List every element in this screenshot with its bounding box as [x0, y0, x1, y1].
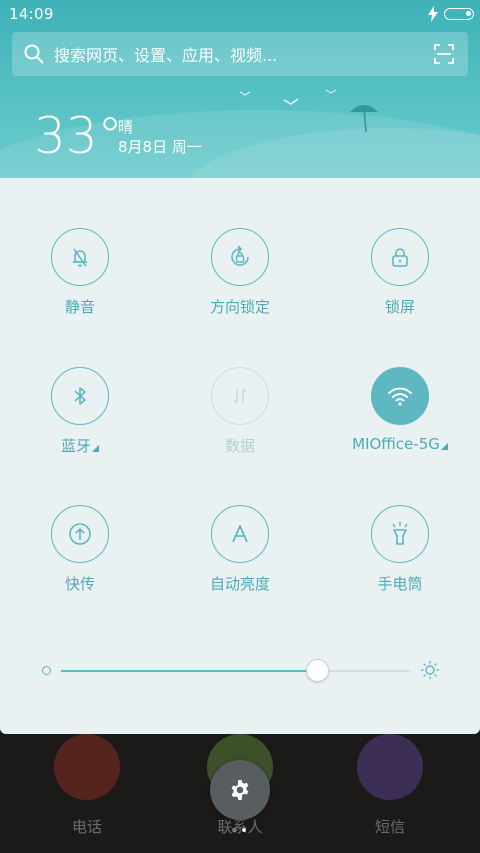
search-bar[interactable]: 搜索网页、设置、应用、视频...: [12, 32, 468, 76]
search-placeholder: 搜索网页、设置、应用、视频...: [54, 46, 278, 65]
status-time: 14:09: [9, 5, 54, 23]
birds-decoration: [239, 89, 337, 105]
rotation-lock-icon: [231, 245, 249, 266]
charging-icon: [428, 6, 438, 22]
brightness-min-icon: [42, 666, 51, 675]
toggle-wifi-label: MIOffice-5G: [320, 435, 480, 453]
lock-icon: [392, 248, 408, 267]
toggle-mute-label: 静音: [64, 298, 95, 316]
auto-brightness-icon: [232, 525, 248, 543]
page-dot: [232, 828, 236, 832]
toggle-mobile-data-circle[interactable]: [211, 367, 269, 425]
weather-header: 14:09 搜索网页、设置、应用、视频... 33° 晴 8月8日 周一: [0, 0, 480, 178]
toggle-flashlight-label: 手电筒: [377, 575, 423, 593]
toggle-bluetooth-label: 蓝牙: [0, 435, 160, 456]
toggle-auto-brightness-label: 自动亮度: [209, 575, 270, 593]
mobile-data-icon: [233, 388, 247, 404]
toggle-auto-brightness[interactable]: 自动亮度: [160, 505, 320, 615]
toggle-wifi[interactable]: MIOffice-5G: [320, 367, 480, 477]
page-dot-active: [242, 828, 246, 832]
toggle-auto-brightness-circle[interactable]: [211, 505, 269, 563]
toggle-bluetooth[interactable]: 蓝牙: [0, 367, 160, 477]
dock-label-phone: 电话: [71, 818, 102, 836]
toggle-rotation-lock-label: 方向锁定: [209, 298, 270, 316]
status-bar: 14:09: [0, 0, 480, 28]
beach-umbrella-icon: [350, 105, 378, 133]
flashlight-icon: [392, 522, 408, 545]
dock-label-messages: 短信: [374, 818, 405, 836]
toggle-mute[interactable]: 静音: [0, 228, 160, 338]
temperature: 33°: [34, 107, 123, 165]
brightness-slider[interactable]: [40, 658, 440, 682]
brightness-thumb[interactable]: [305, 659, 329, 682]
toggle-lock-screen-circle[interactable]: [371, 228, 429, 286]
toggle-lock-screen-label: 锁屏: [384, 298, 415, 316]
toggle-quick-transfer-circle[interactable]: [51, 505, 109, 563]
page-indicator: [232, 828, 246, 832]
sun-icon: [421, 661, 439, 679]
toggle-mute-circle[interactable]: [51, 228, 109, 286]
toggle-mobile-data-label: 数据: [224, 437, 255, 455]
toggle-lock-screen[interactable]: 锁屏: [320, 228, 480, 338]
brightness-fill: [61, 670, 317, 672]
toggle-flashlight[interactable]: 手电筒: [320, 505, 480, 615]
brightness-track[interactable]: [61, 659, 411, 682]
bell-muted-icon: [73, 248, 87, 267]
toggle-rotation-lock[interactable]: 方向锁定: [160, 228, 320, 338]
toggle-quick-transfer-label: 快传: [64, 575, 95, 593]
dock-app-phone[interactable]: 电话: [27, 734, 147, 853]
scan-icon[interactable]: [434, 44, 454, 64]
toggle-wifi-circle[interactable]: [371, 367, 429, 425]
bluetooth-icon: [74, 387, 86, 405]
quick-settings-panel: 静音 方向锁定 锁屏 蓝牙 数据 MIOffice-5G 快传 自动亮度 手电筒: [0, 178, 480, 734]
toggle-rotation-lock-circle[interactable]: [211, 228, 269, 286]
wifi-icon: [388, 387, 412, 406]
settings-button[interactable]: [210, 760, 270, 820]
toggle-quick-transfer[interactable]: 快传: [0, 505, 160, 615]
phone-icon: [54, 734, 120, 800]
search-icon: [24, 44, 44, 64]
message-icon: [357, 734, 423, 800]
transfer-icon: [69, 523, 91, 545]
toggle-bluetooth-circle[interactable]: [51, 367, 109, 425]
toggle-flashlight-circle[interactable]: [371, 505, 429, 563]
weather-date: 8月8日 周一: [118, 138, 202, 156]
gear-icon: [231, 780, 249, 800]
toggle-mobile-data[interactable]: 数据: [160, 367, 320, 477]
weather-condition: 晴: [118, 118, 134, 136]
dock-app-messages[interactable]: 短信: [330, 734, 450, 853]
status-icons: [428, 5, 474, 23]
battery-icon: [444, 8, 474, 20]
